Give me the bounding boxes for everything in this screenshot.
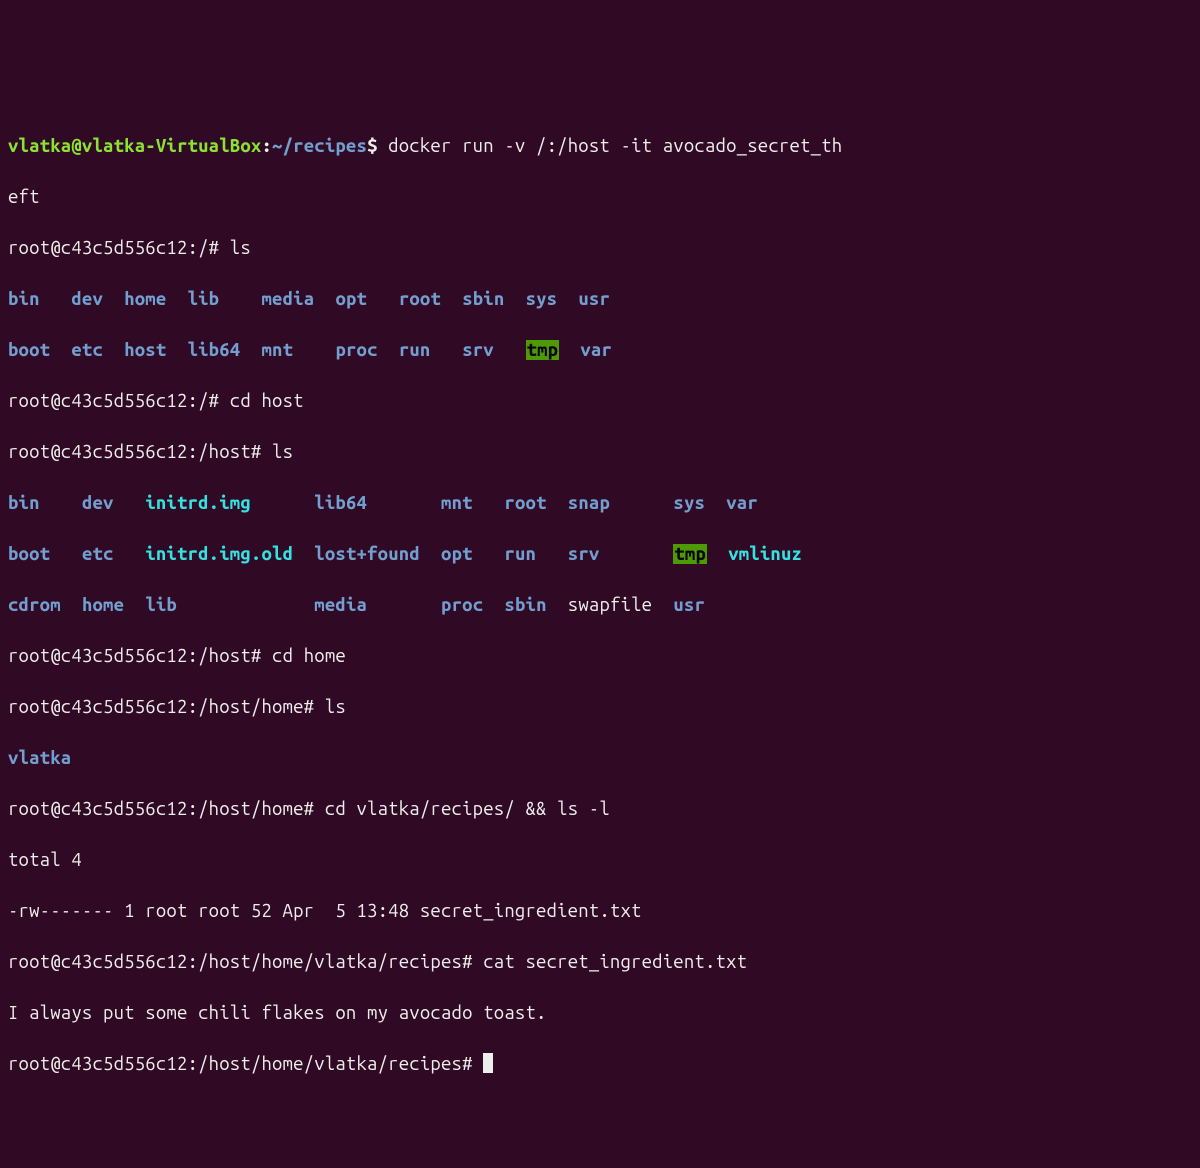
user-host: vlatka@vlatka-VirtualBox [8,136,261,156]
file-content: I always put some chili flakes on my avo… [8,1001,1192,1027]
command-text: docker run -v /:/host -it avocado_secret… [378,136,843,156]
ls-l-output: -rw------- 1 root root 52 Apr 5 13:48 se… [8,899,1192,925]
terminal[interactable]: vlatka@vlatka-VirtualBox:~/recipes$ dock… [8,108,1192,1103]
ls-output-line: vlatka [8,746,1192,772]
ls-output-line: boot etc host lib64 mnt proc run srv tmp… [8,338,1192,364]
prompt-line: root@c43c5d556c12:/host/home# cd vlatka/… [8,797,1192,823]
prompt-line: root@c43c5d556c12:/# cd host [8,389,1192,415]
symlink: initrd.img.old [145,544,293,564]
prompt-line: root@c43c5d556c12:/host/home/vlatka/reci… [8,950,1192,976]
symlink: vmlinuz [728,544,802,564]
regular-file: swapfile [568,595,652,615]
ls-output-line: bin dev home lib media opt root sbin sys… [8,287,1192,313]
ls-output-line: bin dev initrd.img lib64 mnt root snap s… [8,491,1192,517]
prompt-line: root@c43c5d556c12:/host/home# ls [8,695,1192,721]
ls-output-line: boot etc initrd.img.old lost+found opt r… [8,542,1192,568]
ls-output-line: cdrom home lib media proc sbin swapfile … [8,593,1192,619]
cursor-block-icon [483,1053,493,1073]
prompt-line: root@c43c5d556c12:/host# ls [8,440,1192,466]
tmp-dir-highlight: tmp [673,544,707,564]
prompt-line: root@c43c5d556c12:/# ls [8,236,1192,262]
initial-prompt-line: vlatka@vlatka-VirtualBox:~/recipes$ dock… [8,134,1192,160]
cwd-path: ~/recipes [272,136,367,156]
command-wrap: eft [8,185,1192,211]
tmp-dir-highlight: tmp [526,340,560,360]
total-line: total 4 [8,848,1192,874]
prompt-line: root@c43c5d556c12:/host# cd home [8,644,1192,670]
prompt-line-active[interactable]: root@c43c5d556c12:/host/home/vlatka/reci… [8,1052,1192,1078]
symlink: initrd.img [145,493,251,513]
